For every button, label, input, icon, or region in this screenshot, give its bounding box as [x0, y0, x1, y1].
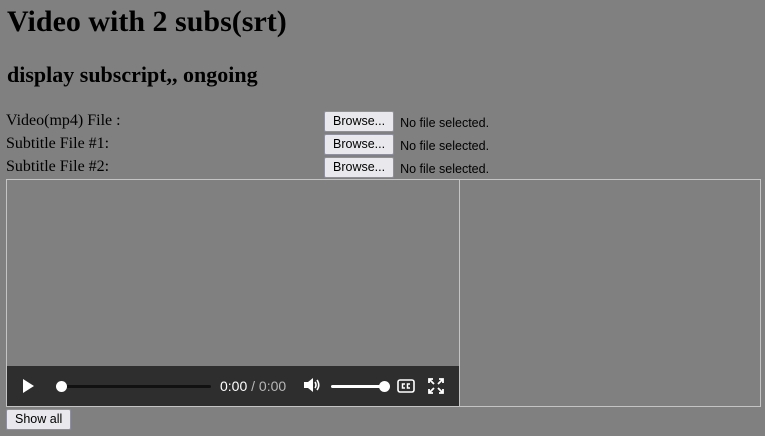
play-icon[interactable]: [21, 378, 35, 394]
subtitle2-file-label: Subtitle File #2:: [6, 158, 110, 175]
closed-captions-icon[interactable]: [397, 379, 415, 393]
subtitle1-file-label: Subtitle File #1:: [6, 135, 110, 152]
page-subtitle: display subscript,, ongoing: [7, 62, 258, 87]
current-time: 0:00: [220, 378, 248, 394]
volume-fill: [331, 385, 385, 388]
time-separator: /: [247, 378, 259, 394]
video-file-label: Video(mp4) File :: [6, 112, 121, 129]
subtitle2-browse-button[interactable]: Browse...: [324, 157, 395, 178]
video-file-row: Video(mp4) File : Browse... No file sele…: [6, 111, 756, 133]
seek-thumb[interactable]: [56, 381, 67, 392]
video-file-status: No file selected.: [400, 115, 490, 130]
video-player[interactable]: 0:00 / 0:00: [6, 179, 460, 407]
video-file-input[interactable]: Browse... No file selected.: [324, 111, 489, 132]
seek-track: [62, 385, 211, 388]
subtitle1-file-row: Subtitle File #1: Browse... No file sele…: [6, 134, 756, 156]
subtitle2-file-status: No file selected.: [400, 161, 490, 176]
video-controls-bar: 0:00 / 0:00: [7, 366, 459, 406]
subtitle1-file-status: No file selected.: [400, 138, 490, 153]
show-all-button[interactable]: Show all: [6, 409, 72, 430]
subtitle2-file-input[interactable]: Browse... No file selected.: [324, 157, 489, 178]
subtitle-display-panel: [460, 179, 761, 407]
volume-icon[interactable]: [303, 377, 321, 393]
volume-slider[interactable]: [331, 381, 390, 392]
time-display: 0:00 / 0:00: [220, 378, 286, 394]
video-browse-button[interactable]: Browse...: [324, 111, 395, 132]
volume-thumb[interactable]: [379, 381, 390, 392]
seek-slider[interactable]: [56, 381, 211, 392]
duration: 0:00: [258, 378, 287, 394]
subtitle1-file-input[interactable]: Browse... No file selected.: [324, 134, 489, 155]
subtitle2-file-row: Subtitle File #2: Browse... No file sele…: [6, 157, 756, 179]
fullscreen-icon[interactable]: [428, 378, 444, 394]
page-title: Video with 2 subs(srt): [7, 5, 287, 38]
subtitle1-browse-button[interactable]: Browse...: [324, 134, 395, 155]
